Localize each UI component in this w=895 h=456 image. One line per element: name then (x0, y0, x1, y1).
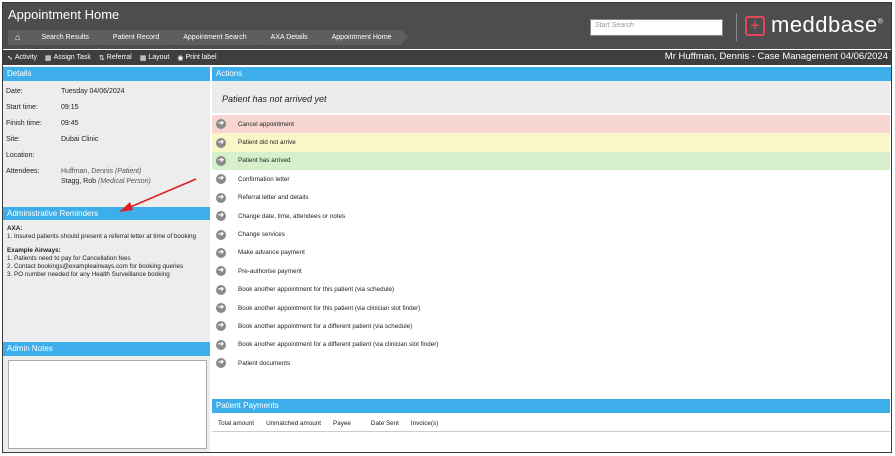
annotation-arrow (119, 178, 197, 212)
annotation-arrow-head (119, 202, 133, 212)
app-window: Appointment Home ⌂ Search Results Patien… (2, 2, 892, 453)
annotation-arrow-line (127, 178, 197, 209)
